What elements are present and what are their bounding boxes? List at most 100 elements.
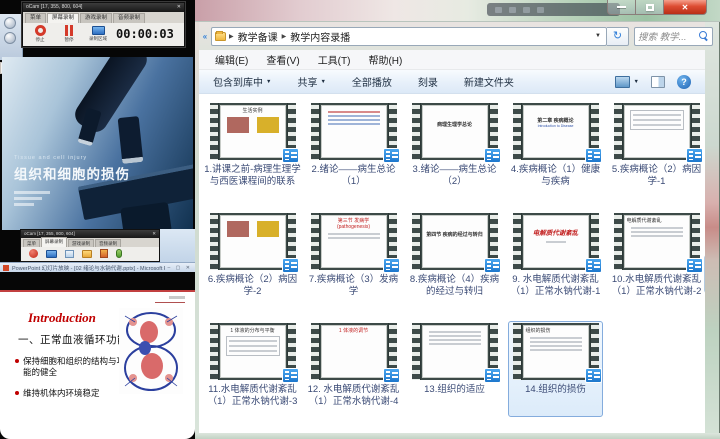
video-overlay-icon xyxy=(484,148,501,163)
close-icon[interactable]: ✕ xyxy=(152,230,156,238)
file-name: 5.疾病概论（2）病因学-1 xyxy=(607,164,705,187)
record-icon[interactable] xyxy=(29,249,38,258)
tab-menu[interactable]: 菜单 xyxy=(25,13,46,23)
tab-game-record[interactable]: 游戏录制 xyxy=(68,239,94,247)
file-name: 2.绪论——病生总论（1） xyxy=(304,164,403,187)
stop-button[interactable]: 停止 xyxy=(29,25,51,43)
blood-circulation-diagram xyxy=(119,308,183,394)
window-controls[interactable]: – ▢ ✕ xyxy=(168,265,192,271)
file-item[interactable]: 2.绪论——病生总论（1） xyxy=(304,101,403,211)
pause-button[interactable]: 暂停 xyxy=(58,25,80,43)
address-bar[interactable]: ▶ 教学备课 ▶ 教学内容录播 ▼ xyxy=(211,27,607,46)
codec-icon[interactable] xyxy=(100,249,108,258)
video-overlay-icon xyxy=(282,368,299,383)
dropdown-icon[interactable]: ▼ xyxy=(266,79,271,85)
slide-heading: 一、正常血液循环功能 xyxy=(18,332,128,347)
burn-button[interactable]: 刻录 xyxy=(418,74,438,89)
include-in-library-button[interactable]: 包含到库中 xyxy=(213,74,263,89)
new-folder-button[interactable]: 新建文件夹 xyxy=(464,74,514,89)
monitor-icon[interactable] xyxy=(46,250,57,258)
ocam-recorder-window-1: oCam [17, 355, 800, 604] ✕ 菜单 屏幕录制 游戏录制 … xyxy=(22,2,185,47)
tab-audio-record[interactable]: 音频录制 xyxy=(113,13,145,23)
help-icon[interactable]: ? xyxy=(677,75,691,89)
file-grid: 生活实例 1.讲课之前-病理生理学与西医课程间的联系 2.绪论——病生总论（1）… xyxy=(203,101,705,431)
file-name: 3.绪论——病生总论（2） xyxy=(405,164,504,187)
maximize-icon xyxy=(646,4,654,11)
file-item[interactable]: 6.疾病概论（2）病因学-2 xyxy=(203,211,302,321)
navigation-chevrons-icon[interactable]: « xyxy=(199,32,211,41)
chevron-right-icon[interactable]: ▶ xyxy=(229,33,234,40)
microphone-icon[interactable] xyxy=(116,249,122,258)
recording-timer: 00:00:03 xyxy=(116,27,174,41)
recorder-tabs: 菜单 屏幕录制 游戏录制 音频录制 xyxy=(21,238,159,247)
file-item[interactable]: 1 体液的分布与平衡 11.水电解质代谢紊乱（1）正常水钠代谢-3 xyxy=(203,321,302,431)
recorder-titlebar[interactable]: oCam [17, 355, 800, 604] ✕ xyxy=(23,3,184,12)
video-overlay-icon xyxy=(585,368,602,383)
menu-bar: 编辑(E) 查看(V) 工具(T) 帮助(H) xyxy=(199,50,705,70)
preview-pane-icon[interactable] xyxy=(651,76,665,88)
dropdown-icon[interactable]: ▼ xyxy=(634,79,639,85)
refresh-button[interactable]: ↻ xyxy=(607,27,629,46)
open-folder-icon[interactable] xyxy=(82,250,92,258)
breadcrumb-item[interactable]: 教学备课 xyxy=(237,29,279,44)
recorder-toolbar xyxy=(21,247,159,258)
play-all-button[interactable]: 全部播放 xyxy=(352,74,392,89)
explorer-window: ✕ « ▶ 教学备课 ▶ 教学内容录播 ▼ ↻ 搜索 教学... 编 xyxy=(195,0,720,439)
file-item[interactable]: 5.疾病概论（2）病因学-1 xyxy=(607,101,705,211)
file-item[interactable]: 第四节 疾病的经过与转归 8.疾病概论（4）疾病的经过与转归 xyxy=(405,211,504,321)
share-button[interactable]: 共享 xyxy=(297,74,317,89)
screen: oCam [17, 355, 800, 604] ✕ 菜单 屏幕录制 游戏录制 … xyxy=(0,0,720,439)
dropdown-icon[interactable]: ▼ xyxy=(320,79,325,85)
search-box[interactable]: 搜索 教学... xyxy=(634,27,713,46)
minimize-button[interactable] xyxy=(607,0,636,15)
powerpoint-titlebar[interactable]: PowerPoint 幻灯片放映 - [02 绪论与水钠代谢.pptx] - M… xyxy=(0,262,195,272)
maximize-button[interactable] xyxy=(636,0,663,15)
file-item[interactable]: 电解质代谢紊乱 9. 水电解质代谢紊乱（1）正常水钠代谢-1 xyxy=(506,211,605,321)
file-name: 6.疾病概论（2）病因学-2 xyxy=(203,274,302,297)
file-item[interactable]: 病理生理学总论 3.绪论——病生总论（2） xyxy=(405,101,504,211)
window-titlebar[interactable]: ✕ xyxy=(195,0,720,22)
forward-button-icon[interactable] xyxy=(4,32,16,44)
back-button-icon[interactable] xyxy=(4,17,16,29)
menu-help[interactable]: 帮助(H) xyxy=(359,52,411,67)
menu-tools[interactable]: 工具(T) xyxy=(309,52,360,67)
close-button[interactable]: ✕ xyxy=(663,0,707,15)
slide-smalltext-lines xyxy=(14,191,130,206)
tab-screen-record[interactable]: 屏幕录制 xyxy=(47,13,79,23)
recorder-title: oCam [17, 355, 800, 604] xyxy=(26,3,82,12)
tab-audio-record[interactable]: 音频录制 xyxy=(95,239,121,247)
slide-title: 组织和细胞的损伤 xyxy=(14,163,130,183)
address-dropdown-icon[interactable]: ▼ xyxy=(595,33,603,39)
folder-icon xyxy=(215,32,226,41)
tab-menu[interactable]: 菜单 xyxy=(23,239,40,247)
breadcrumb-item[interactable]: 教学内容录播 xyxy=(289,29,351,44)
file-item[interactable]: 生活实例 1.讲课之前-病理生理学与西医课程间的联系 xyxy=(203,101,302,211)
video-overlay-icon xyxy=(282,148,299,163)
recorder-controls: 停止 暂停 录制区域 00:00:03 xyxy=(23,23,184,43)
tab-screen-record[interactable]: 屏幕录制 xyxy=(41,237,67,247)
tab-game-record[interactable]: 游戏录制 xyxy=(80,13,112,23)
change-view-icon[interactable] xyxy=(615,76,630,88)
video-overlay-icon xyxy=(383,148,400,163)
collapse-panel-button[interactable]: < xyxy=(704,255,705,293)
file-item[interactable]: 第二章 疾病概论Introduction to Disease 4.疾病概论（1… xyxy=(506,101,605,211)
screenshot-icon[interactable] xyxy=(65,250,74,258)
file-item[interactable]: 电解质代谢紊乱 10.水电解质代谢紊乱（1）正常水钠代谢-2 xyxy=(607,211,705,321)
file-item[interactable]: 1 体液的调节 12. 水电解质代谢紊乱（1）正常水钠代谢-4 xyxy=(304,321,403,431)
menu-edit[interactable]: 编辑(E) xyxy=(206,52,257,67)
file-name: 8.疾病概论（4）疾病的经过与转归 xyxy=(405,274,504,297)
file-list-area: 生活实例 1.讲课之前-病理生理学与西医课程间的联系 2.绪论——病生总论（1）… xyxy=(199,94,705,433)
window-border xyxy=(705,22,720,433)
close-icon[interactable]: ✕ xyxy=(177,3,181,12)
slide-header-decoration xyxy=(155,296,185,303)
file-name: 14.组织的损伤 xyxy=(506,384,605,396)
file-item[interactable]: 第三节 发病学(pathogenesis) 7.疾病概论（3）发病学 xyxy=(304,211,403,321)
video-overlay-icon xyxy=(282,258,299,273)
menu-view[interactable]: 查看(V) xyxy=(257,52,308,67)
chevron-right-icon[interactable]: ▶ xyxy=(282,33,287,40)
file-name: 13.组织的适应 xyxy=(405,384,504,396)
search-icon[interactable] xyxy=(699,31,709,41)
file-item[interactable]: 13.组织的适应 xyxy=(405,321,504,431)
file-item-selected[interactable]: 组织的损伤 14.组织的损伤 xyxy=(506,321,605,431)
record-area-button[interactable]: 录制区域 xyxy=(87,26,109,42)
